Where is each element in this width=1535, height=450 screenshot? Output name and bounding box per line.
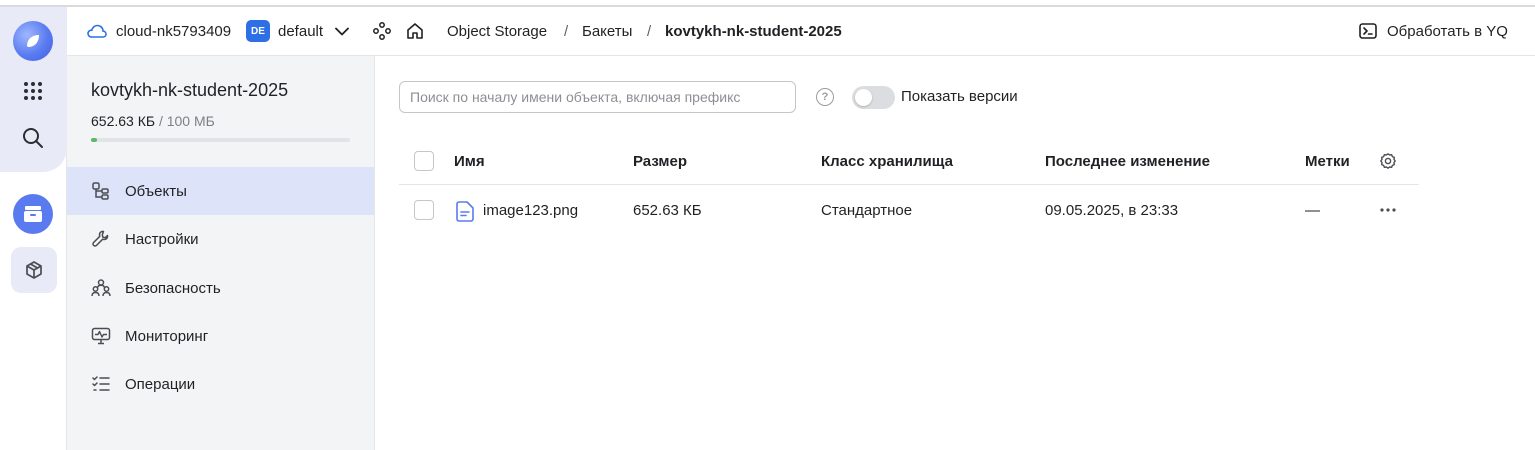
sidebar-item-objects[interactable]: Объекты: [67, 167, 374, 215]
leaf-icon: [27, 35, 39, 47]
top-header: cloud-nk5793409 DE default Object Storag…: [67, 7, 1535, 56]
sidebar-item-monitoring[interactable]: Мониторинг: [67, 312, 374, 360]
usage-progress-bar: [91, 138, 350, 142]
row-checkbox[interactable]: [414, 200, 434, 220]
terminal-icon: [1359, 23, 1377, 39]
sidebar-item-label: Настройки: [125, 230, 199, 248]
folder-badge: DE: [246, 20, 270, 42]
sidebar-item-security[interactable]: Безопасность: [67, 264, 374, 312]
cloud-name: cloud-nk5793409: [116, 22, 232, 40]
objects-icon: [91, 181, 111, 201]
column-labels[interactable]: Метки: [1305, 153, 1350, 170]
column-last-modified[interactable]: Последнее изменение: [1045, 153, 1210, 170]
search-icon[interactable]: [19, 124, 47, 152]
column-name[interactable]: Имя: [454, 153, 485, 170]
usage-progress-fill: [91, 138, 98, 142]
toggle-knob: [855, 89, 872, 106]
show-versions-label: Показать версии: [901, 88, 1018, 105]
sidebar-item-settings[interactable]: Настройки: [67, 215, 374, 263]
object-storage-icon[interactable]: [11, 247, 57, 293]
window-top-border: [0, 0, 1535, 7]
show-versions-toggle[interactable]: [852, 86, 895, 109]
breadcrumb-separator: /: [564, 22, 569, 40]
object-size: 652.63 КБ: [633, 202, 702, 219]
column-storage-class[interactable]: Класс хранилища: [821, 153, 953, 170]
file-icon: [456, 201, 474, 226]
help-icon[interactable]: ?: [816, 88, 834, 106]
objects-table-header: Имя Размер Класс хранилища Последнее изм…: [399, 137, 1419, 185]
bucket-title: kovtykh-nk-student-2025: [91, 80, 289, 100]
usage-limit: / 100 МБ: [158, 113, 215, 129]
folder-selector[interactable]: DE default: [246, 7, 349, 55]
bucket-usage: 652.63 КБ / 100 МБ: [91, 113, 215, 129]
breadcrumb-current-bucket: kovtykh-nk-student-2025: [665, 22, 842, 40]
wrench-icon: [91, 229, 111, 249]
breadcrumb-separator: /: [647, 22, 652, 40]
folder-name: default: [278, 22, 324, 40]
cloud-icon: [87, 24, 107, 38]
services-grid-icon[interactable]: [19, 77, 47, 105]
breadcrumb-buckets[interactable]: Бакеты: [582, 7, 632, 55]
object-labels: —: [1305, 202, 1320, 219]
home-icon[interactable]: [406, 7, 424, 55]
yandex-cloud-logo[interactable]: [13, 21, 53, 61]
table-row[interactable]: image123.png 652.63 КБ Стандартное 09.05…: [399, 186, 1419, 234]
monitor-icon: [91, 326, 111, 346]
cloud-selector[interactable]: cloud-nk5793409: [87, 7, 231, 55]
object-name-link[interactable]: image123.png: [483, 202, 578, 219]
object-last-modified: 09.05.2025, в 23:33: [1045, 202, 1179, 219]
storage-service-icon[interactable]: [13, 194, 53, 234]
column-size[interactable]: Размер: [633, 153, 687, 170]
app-rail: [0, 7, 67, 450]
table-settings-gear-icon[interactable]: [1379, 152, 1397, 174]
resource-graph-icon[interactable]: [373, 7, 391, 55]
sidebar-item-label: Мониторинг: [125, 327, 209, 345]
process-in-yq-button[interactable]: Обработать в YQ: [1359, 7, 1508, 55]
select-all-checkbox[interactable]: [414, 151, 434, 171]
sidebar-item-label: Безопасность: [125, 279, 221, 297]
bucket-sidebar: kovtykh-nk-student-2025 652.63 КБ / 100 …: [67, 56, 375, 450]
sidebar-item-operations[interactable]: Операции: [67, 360, 374, 408]
sidebar-item-label: Объекты: [125, 182, 187, 200]
sidebar-item-label: Операции: [125, 375, 196, 393]
chevron-down-icon: [335, 27, 349, 35]
object-search-input[interactable]: [399, 81, 796, 113]
usage-used: 652.63 КБ: [91, 113, 156, 129]
people-icon: [91, 278, 111, 298]
row-actions-menu-icon[interactable]: [1379, 202, 1397, 222]
list-check-icon: [91, 374, 111, 394]
breadcrumb-object-storage[interactable]: Object Storage: [447, 7, 547, 55]
object-storage-class: Стандартное: [821, 202, 913, 219]
